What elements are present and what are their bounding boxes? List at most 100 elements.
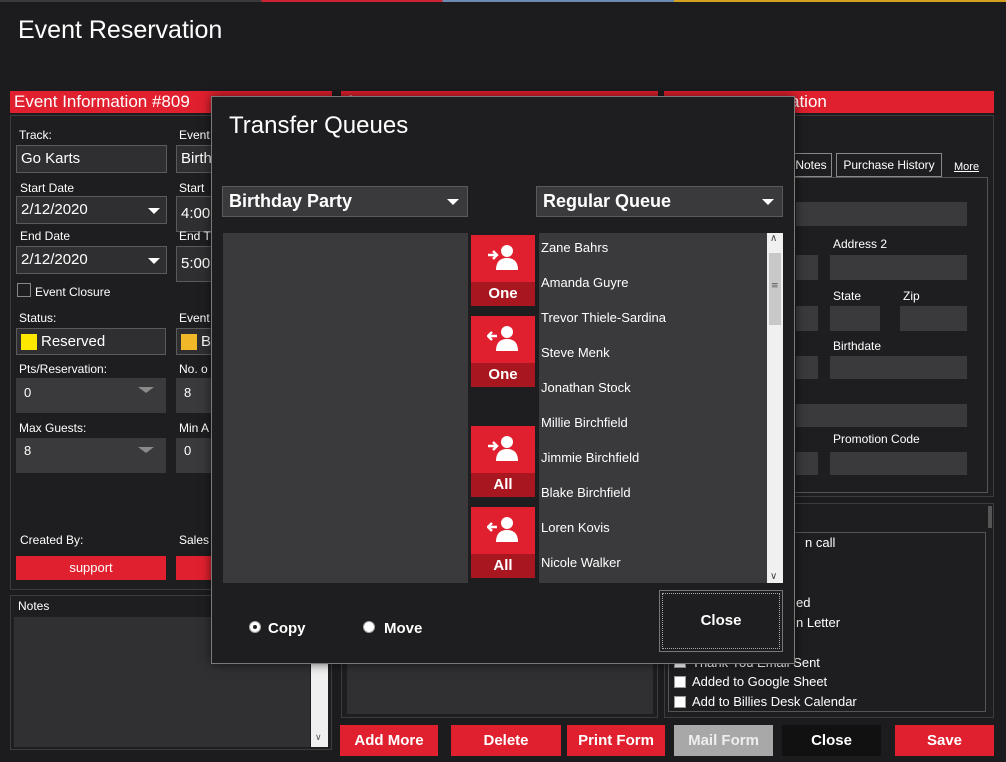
end-date-field[interactable]: 2/12/2020 xyxy=(16,246,167,274)
source-field[interactable] xyxy=(796,404,967,427)
right-panel-header-text: ation xyxy=(790,92,827,111)
min-label: Min A xyxy=(179,421,210,435)
event-closure-checkbox[interactable] xyxy=(17,283,31,297)
list-item[interactable]: Steve Menk xyxy=(541,345,610,360)
birthdate-label: Birthdate xyxy=(833,339,882,353)
user-arrow-left-icon xyxy=(487,326,518,351)
chevron-down-icon[interactable] xyxy=(148,258,160,264)
move-all-left-button[interactable]: All xyxy=(471,507,535,578)
move-radio[interactable] xyxy=(363,621,375,633)
checklist-checkbox-calendar[interactable] xyxy=(674,696,686,708)
event-type-label: Event xyxy=(179,128,210,142)
list-item[interactable]: Trevor Thiele-Sardina xyxy=(541,310,666,325)
status-label: Status: xyxy=(19,311,57,325)
chevron-up-icon[interactable]: ∧ xyxy=(770,233,777,244)
list-item[interactable]: Loren Kovis xyxy=(541,520,610,535)
user-arrow-left-icon xyxy=(487,517,518,542)
sales-value[interactable] xyxy=(176,556,216,580)
checklist-item-partial-1: n call xyxy=(805,535,836,550)
move-one-left-label: One xyxy=(471,363,535,387)
promo-field[interactable] xyxy=(830,452,967,475)
chevron-down-icon[interactable] xyxy=(138,387,154,393)
window-title: Event Reservation xyxy=(18,16,223,44)
created-by-value[interactable]: support xyxy=(16,556,166,580)
notes-label: Notes xyxy=(18,599,50,613)
target-queue-scrollbar[interactable]: ∧ ≡ ∨ xyxy=(767,233,783,583)
end-date-value: 2/12/2020 xyxy=(21,251,88,268)
mail-form-button[interactable]: Mail Form xyxy=(674,725,773,756)
address2-label: Address 2 xyxy=(833,237,888,251)
move-one-right-button[interactable]: One xyxy=(471,235,535,306)
zip-field[interactable] xyxy=(900,306,967,331)
target-queue-select[interactable]: Regular Queue xyxy=(536,186,783,217)
num-label: No. o xyxy=(179,362,208,376)
list-item[interactable]: Amanda Guyre xyxy=(541,275,628,290)
list-item[interactable]: Nicole Walker xyxy=(541,555,621,570)
chevron-down-icon[interactable]: ∨ xyxy=(315,733,322,743)
event-color-label: Event xyxy=(179,311,210,325)
target-queue-value: Regular Queue xyxy=(543,191,672,211)
zip-label: Zip xyxy=(903,289,920,303)
source-queue-list[interactable] xyxy=(223,233,468,583)
move-all-right-label: All xyxy=(471,473,535,497)
more-link[interactable]: More xyxy=(954,161,979,173)
source-queue-value: Birthday Party xyxy=(229,191,353,211)
birthdate-field[interactable] xyxy=(830,356,967,379)
address2-field[interactable] xyxy=(830,255,967,280)
dialog-close-button[interactable]: Close xyxy=(659,590,783,652)
min-field[interactable]: 0 xyxy=(176,438,216,473)
copy-label: Copy xyxy=(268,620,306,637)
move-all-left-label: All xyxy=(471,554,535,578)
checklist-item-partial-3: n Letter xyxy=(796,615,841,630)
checklist-checkbox-google[interactable] xyxy=(674,676,686,688)
list-item[interactable]: Millie Birchfield xyxy=(541,415,628,430)
list-item[interactable]: Jonathan Stock xyxy=(541,380,631,395)
save-button[interactable]: Save xyxy=(895,725,994,756)
event-type-field[interactable]: Birth xyxy=(176,145,216,173)
pts-label: Pts/Reservation: xyxy=(19,362,108,376)
end-time-field[interactable]: 5:00 xyxy=(176,246,216,282)
num-field[interactable]: 8 xyxy=(176,378,216,413)
sales-label: Sales xyxy=(179,533,210,547)
max-guests-label: Max Guests: xyxy=(19,421,87,435)
state-field[interactable] xyxy=(830,306,880,331)
list-item[interactable]: Zane Bahrs xyxy=(541,240,608,255)
delete-button[interactable]: Delete xyxy=(451,725,561,756)
phone-field[interactable] xyxy=(796,356,818,379)
max-guests-field[interactable]: 8 xyxy=(16,438,166,473)
start-time-field[interactable]: 4:00 xyxy=(176,196,216,232)
chevron-down-icon[interactable] xyxy=(138,447,154,453)
chevron-down-icon[interactable] xyxy=(148,208,160,214)
move-label: Move xyxy=(384,620,423,637)
start-date-field[interactable]: 2/12/2020 xyxy=(16,196,167,224)
end-time-label: End T xyxy=(179,229,211,243)
chevron-down-icon[interactable]: ∨ xyxy=(770,571,777,582)
referral-field[interactable] xyxy=(796,452,818,475)
pts-field[interactable]: 0 xyxy=(16,378,166,413)
list-item[interactable]: Blake Birchfield xyxy=(541,485,631,500)
status-field[interactable]: Reserved xyxy=(16,328,166,355)
address1-field[interactable] xyxy=(796,255,818,280)
target-queue-list[interactable]: Zane Bahrs Amanda Guyre Trevor Thiele-Sa… xyxy=(539,233,767,583)
middle-textarea[interactable] xyxy=(347,664,653,714)
print-form-button[interactable]: Print Form xyxy=(567,725,665,756)
event-color-field[interactable]: Bi xyxy=(176,328,216,355)
chevron-down-icon[interactable] xyxy=(762,199,774,205)
move-one-left-button[interactable]: One xyxy=(471,316,535,387)
city-field[interactable] xyxy=(796,306,818,331)
tab-purchase-history[interactable]: Purchase History xyxy=(836,153,942,177)
move-all-right-button[interactable]: All xyxy=(471,426,535,497)
chevron-down-icon[interactable] xyxy=(447,199,459,205)
track-field[interactable]: Go Karts xyxy=(16,145,167,173)
close-button[interactable]: Close xyxy=(782,725,881,756)
state-label: State xyxy=(833,289,862,303)
dialog-title: Transfer Queues xyxy=(229,112,409,139)
copy-radio[interactable] xyxy=(249,621,261,633)
tab-notes[interactable]: Notes xyxy=(790,153,832,177)
list-item[interactable]: Jimmie Birchfield xyxy=(541,450,639,465)
source-queue-select[interactable]: Birthday Party xyxy=(222,186,468,217)
event-color-swatch xyxy=(181,334,197,350)
add-more-button[interactable]: Add More xyxy=(340,725,438,756)
move-one-right-label: One xyxy=(471,282,535,306)
email-field[interactable] xyxy=(796,202,967,226)
